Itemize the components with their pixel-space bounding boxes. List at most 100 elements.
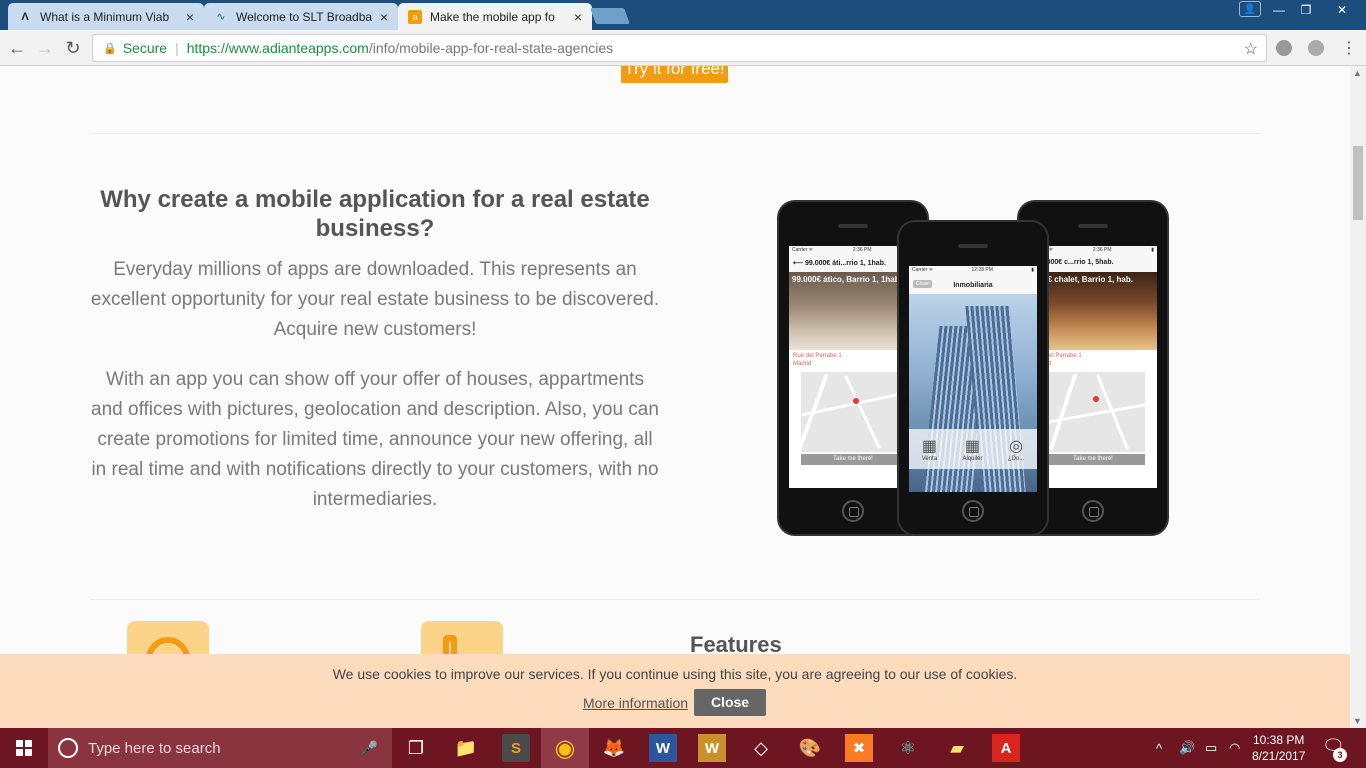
taskbar-search[interactable]: Type here to search 🎤 (48, 728, 392, 768)
page-content: Try it for free! Why create a mobile app… (0, 66, 1350, 728)
close-icon[interactable]: × (574, 9, 582, 25)
adiante-icon: a (408, 9, 422, 24)
chrome-icon[interactable]: ◉ (551, 734, 579, 762)
location-icon: ◎ (1009, 438, 1024, 455)
speaker (1078, 224, 1108, 228)
scroll-thumb[interactable] (1353, 146, 1363, 220)
window-close-button[interactable]: ✕ (1322, 0, 1362, 20)
task-view-icon[interactable]: ❐ (402, 734, 430, 762)
new-tab-button[interactable] (590, 8, 630, 24)
menu-item-location: ◎ ¿Do... (1007, 438, 1025, 462)
word-icon[interactable]: W (649, 734, 677, 762)
cortana-icon (58, 738, 78, 758)
close-icon[interactable]: × (380, 9, 388, 25)
take-me-there-button: Take me there! (801, 454, 905, 465)
details-paragraph: With an app you can show off your offer … (91, 369, 659, 510)
tab-adiante[interactable]: a Make the mobile app fo × (398, 3, 592, 30)
browser-toolbar: ← → ↻ 🔒 Secure | https://www.adianteapps… (0, 30, 1366, 66)
firefox-icon[interactable]: 🦊 (600, 734, 628, 762)
tray-overflow-icon[interactable]: ^ (1156, 728, 1162, 768)
clock-time: 10:38 PM (1253, 733, 1305, 747)
map-pin-icon (1093, 396, 1099, 402)
app-menu: ▦ Venta ▦ Alquiler ◎ ¿Do... (909, 429, 1037, 469)
forward-icon[interactable]: → (34, 37, 56, 59)
bookmark-star-icon[interactable]: ☆ (1244, 39, 1258, 59)
extension-icon[interactable] (1276, 40, 1292, 56)
unity-icon[interactable]: ◇ (747, 734, 775, 762)
divider: | (175, 40, 179, 56)
speaker (838, 224, 868, 228)
reload-icon[interactable]: ↻ (62, 37, 84, 59)
search-placeholder: Type here to search (88, 739, 221, 757)
back-icon[interactable]: ← (6, 37, 28, 59)
xampp-icon[interactable]: ✖ (845, 734, 873, 762)
microphone-icon[interactable]: 🎤 (361, 740, 378, 757)
windows-taskbar: Type here to search 🎤 ❐ 📁 S ◉ 🦊 W W ◇ 🎨 … (0, 728, 1366, 768)
restore-button[interactable]: ❐ (1294, 0, 1318, 20)
divider (90, 599, 1260, 600)
tab-title: What is a Minimum Viab (40, 9, 170, 24)
home-button (962, 500, 984, 522)
extension-icon[interactable] (1308, 40, 1324, 56)
try-it-button[interactable]: Try it for free! (621, 66, 728, 83)
windows-logo-icon (16, 740, 32, 756)
map (801, 372, 905, 452)
building-icon: ▦ (921, 438, 937, 455)
scroll-up-icon[interactable]: ▲ (1353, 68, 1362, 78)
tab-title: Welcome to SLT Broadba (236, 9, 373, 24)
app-title: Inmobiliaria (953, 281, 993, 289)
page-scrollbar[interactable]: ▲ ▼ (1350, 66, 1366, 728)
divider (90, 133, 1260, 134)
volume-icon[interactable]: 🔊 (1179, 728, 1195, 768)
app-bar: Close Inmobiliaria (909, 276, 1037, 294)
slt-icon: ∿ (216, 11, 226, 23)
acrobat-icon[interactable]: A (992, 734, 1020, 762)
menu-item-alquiler: ▦ Alquiler (962, 438, 983, 462)
menu-icon[interactable]: ⋮ (1338, 37, 1360, 59)
secure-label: Secure (122, 40, 168, 56)
word-alt-icon[interactable]: W (698, 734, 726, 762)
tab-mvp[interactable]: Λ What is a Minimum Viab × (8, 3, 204, 30)
section-heading: Why create a mobile application for a re… (100, 186, 650, 242)
clock-date: 8/21/2017 (1252, 749, 1306, 763)
map-pin-icon (853, 398, 859, 404)
minimize-button[interactable]: — (1268, 0, 1290, 20)
tab-title: Make the mobile app fo (430, 9, 555, 24)
address-bar[interactable]: 🔒 Secure | https://www.adianteapps.com/i… (92, 34, 1267, 62)
close-icon[interactable]: × (186, 9, 194, 25)
atom-icon[interactable]: ⚛ (894, 734, 922, 762)
home-button (842, 500, 864, 522)
profile-icon[interactable]: 👤 (1239, 1, 1261, 17)
intro-paragraph: Everyday millions of apps are downloaded… (90, 259, 660, 340)
property-title: 99.000€ ático, Barrio 1, 1hab. (792, 275, 902, 284)
paint-icon[interactable]: 🎨 (796, 734, 824, 762)
cookie-banner: We use cookies to improve our services. … (0, 654, 1350, 728)
phone-screen: Carrier ᯤ 12:28 PM ▮ Close Inmobiliaria ▦ V… (909, 266, 1037, 492)
url-host: https://www.adianteapps.com (186, 40, 369, 56)
more-information-link[interactable]: More information (583, 695, 688, 711)
building-icon: ▦ (964, 438, 981, 455)
status-bar: Carrier ᯤ 12:28 PM ▮ (909, 266, 1037, 276)
cookie-close-button[interactable]: Close (694, 689, 766, 716)
sticky-notes-icon[interactable]: ▰ (943, 734, 971, 762)
phone-mockup-center: Carrier ᯤ 12:28 PM ▮ Close Inmobiliaria ▦ V… (897, 220, 1049, 536)
take-me-there-button: Take me there! (1041, 454, 1145, 465)
app-close-button: Close (913, 280, 932, 288)
property-title: .000€ chalet, Barrio 1, hab. (1032, 275, 1133, 284)
notification-count-badge: 3 (1333, 748, 1347, 762)
home-button (1082, 500, 1104, 522)
speaker (958, 244, 988, 248)
wifi-icon[interactable]: ◠ (1229, 728, 1240, 768)
system-clock[interactable]: 10:38 PM 8/21/2017 (1252, 732, 1305, 764)
battery-icon[interactable]: ▭ (1205, 728, 1217, 768)
tab-slt[interactable]: ∿ Welcome to SLT Broadba × (204, 3, 398, 30)
start-button[interactable] (0, 728, 48, 768)
cookie-text: We use cookies to improve our services. … (332, 666, 1018, 682)
sublime-text-icon[interactable]: S (502, 734, 530, 762)
file-explorer-icon[interactable]: 📁 (452, 734, 480, 762)
scroll-down-icon[interactable]: ▼ (1353, 716, 1362, 726)
building-photo: ▦ Venta ▦ Alquiler ◎ ¿Do... (909, 294, 1037, 492)
menu-item-venta: ▦ Venta (921, 438, 938, 462)
map (1041, 372, 1145, 452)
lock-icon: 🔒 (103, 42, 117, 55)
